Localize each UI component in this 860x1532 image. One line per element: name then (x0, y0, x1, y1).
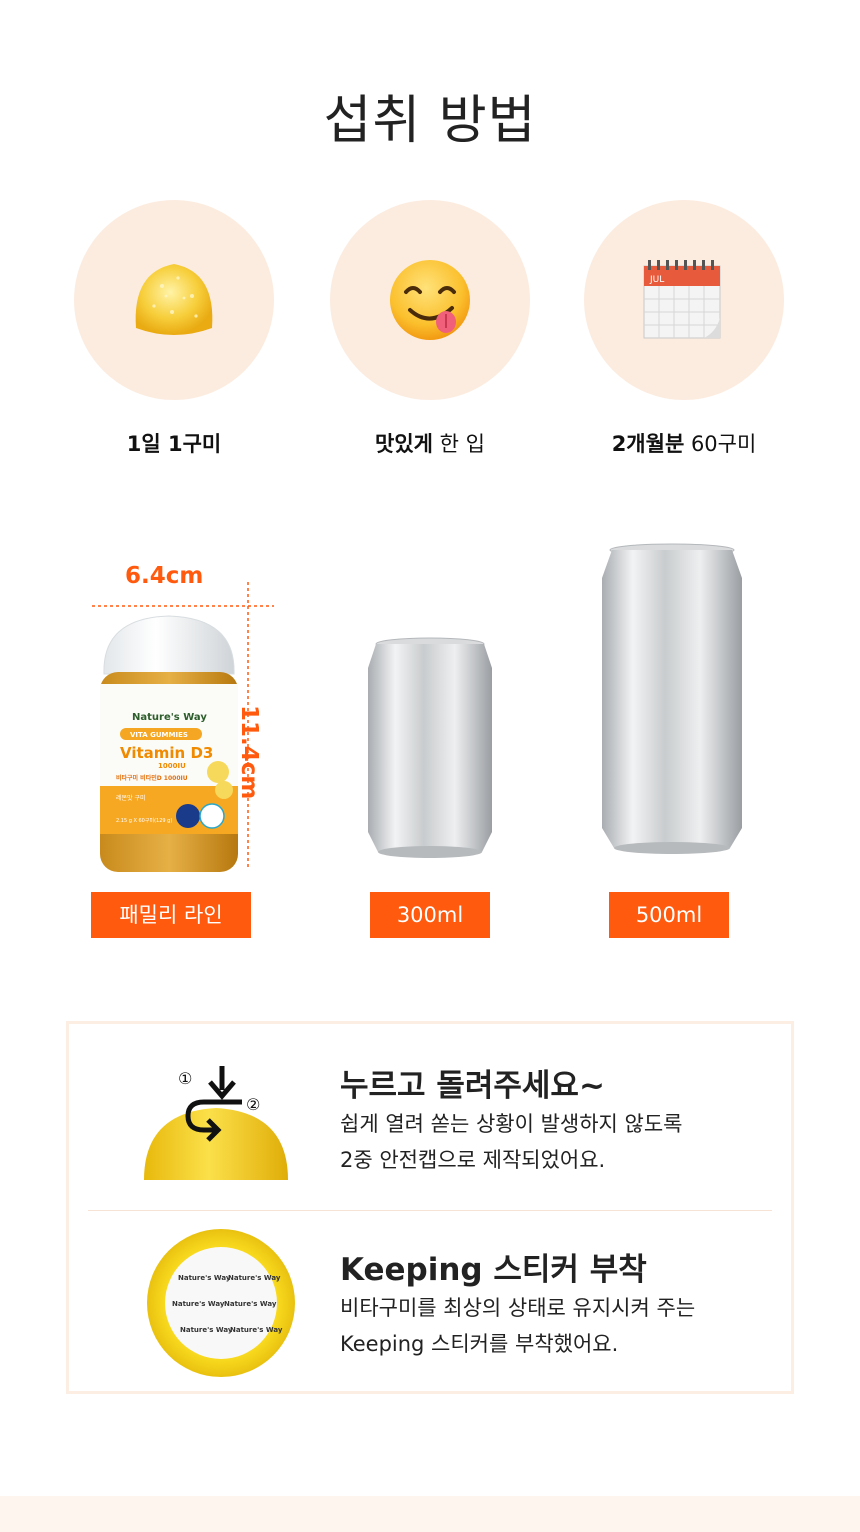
feature-1-line-1: 쉽게 열려 쏟는 상황이 발생하지 않도록 (340, 1112, 683, 1136)
bottle-kr-name: 비타구미 비타민D 1000IU (116, 774, 188, 782)
sticker-text-6: Nature's Way (230, 1326, 283, 1334)
tag-500ml: 500ml (609, 892, 729, 938)
step-1-marker: ① (178, 1069, 192, 1088)
bottle-flavor: 레몬맛 구미 (116, 794, 146, 802)
bottle-amount: 2.15 g X 60구미(129 g) (116, 817, 172, 824)
tag-300ml: 300ml (370, 892, 490, 938)
bottle-line: VITA GUMMIES (130, 731, 188, 739)
sticker-text-2: Nature's Way (228, 1274, 281, 1282)
can-300ml (368, 637, 492, 858)
feature-2-line-1: 비타구미를 최상의 상태로 유지시켜 주는 (340, 1296, 696, 1320)
step-2-marker: ② (246, 1095, 260, 1114)
footer-band (0, 1496, 860, 1532)
bottle-dose: 1000IU (158, 762, 186, 770)
keeping-sticker-illustration: Nature's Way Nature's Way Nature's Way N… (147, 1229, 295, 1377)
feature-divider (88, 1210, 772, 1211)
safety-cap-illustration: ① ② (144, 1066, 288, 1180)
can-500ml (602, 543, 742, 854)
sticker-text-3: Nature's Way (172, 1300, 225, 1308)
sticker-text-1: Nature's Way (178, 1274, 231, 1282)
press-arrow-icon (208, 1066, 236, 1100)
feature-1-line-2: 2중 안전캡으로 제작되었어요. (340, 1148, 606, 1172)
product-bottle: Nature's Way VITA GUMMIES Vitamin D3 100… (100, 615, 238, 872)
feature-1-title: 누르고 돌려주세요~ (340, 1068, 605, 1104)
sticker-text-4: Nature's Way (224, 1300, 277, 1308)
tag-family-line: 패밀리 라인 (91, 892, 251, 938)
feature-2-line-2: Keeping 스티커를 부착했어요. (340, 1332, 619, 1356)
bottle-product: Vitamin D3 (120, 744, 213, 762)
bottle-brand: Nature's Way (132, 712, 207, 723)
feature-2-title: Keeping 스티커 부착 (340, 1252, 647, 1288)
sticker-text-5: Nature's Way (180, 1326, 233, 1334)
